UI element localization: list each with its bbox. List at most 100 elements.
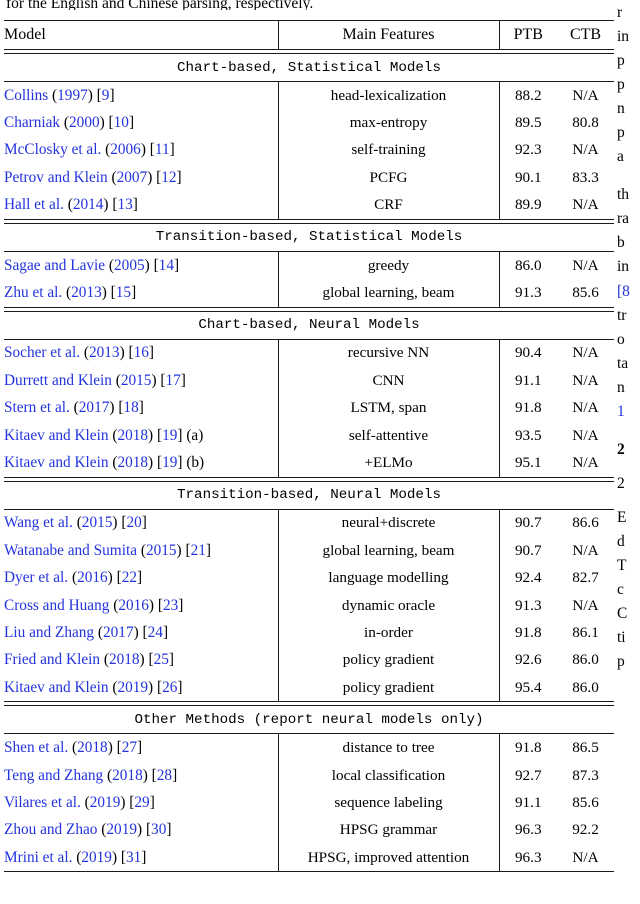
cell-model[interactable]: Mrini et al. (2019) [31] xyxy=(4,843,279,872)
citation-year[interactable]: 2019 xyxy=(106,821,137,838)
table-row[interactable]: Kitaev and Klein (2019) [26] policy gradi… xyxy=(4,674,614,702)
table-row[interactable]: Sagae and Lavie (2005) [14] greedy 86.0 N/A xyxy=(4,251,614,280)
citation-year[interactable]: 2013 xyxy=(71,284,102,301)
cell-model[interactable]: Vilares et al. (2019) [29] xyxy=(4,789,279,817)
citation-ref[interactable]: 18 xyxy=(123,399,138,416)
table-row[interactable]: Durrett and Klein (2015) [17] CNN 91.1 N/A xyxy=(4,367,614,395)
citation-year[interactable]: 2006 xyxy=(110,141,141,158)
table-row[interactable]: Shen et al. (2018) [27] distance to tree 9… xyxy=(4,734,614,762)
citation-year[interactable]: 2017 xyxy=(79,399,110,416)
cell-model[interactable]: Zhou and Zhao (2019) [30] xyxy=(4,816,279,844)
citation-author[interactable]: Durrett and Klein xyxy=(4,372,112,389)
citation-ref[interactable]: 11 xyxy=(155,141,170,158)
citation-author[interactable]: McClosky et al. xyxy=(4,141,101,158)
table-row[interactable]: Dyer et al. (2016) [22] language modellin… xyxy=(4,564,614,592)
citation-author[interactable]: Sagae and Lavie xyxy=(4,257,105,274)
cell-model[interactable]: Petrov and Klein (2007) [12] xyxy=(4,164,279,192)
citation-author[interactable]: Cross and Huang xyxy=(4,597,109,614)
citation-author[interactable]: Kitaev and Klein xyxy=(4,679,109,696)
citation-author[interactable]: Liu and Zhang xyxy=(4,624,94,641)
cell-model[interactable]: Watanabe and Sumita (2015) [21] xyxy=(4,537,279,565)
citation-year[interactable]: 2015 xyxy=(121,372,152,389)
citation-ref[interactable]: 23 xyxy=(163,597,178,614)
cell-model[interactable]: Shen et al. (2018) [27] xyxy=(4,734,279,762)
citation-year[interactable]: 2019 xyxy=(117,679,148,696)
citation-ref[interactable]: 12 xyxy=(161,169,176,186)
table-row[interactable]: Petrov and Klein (2007) [12] PCFG 90.1 83.3 xyxy=(4,164,614,192)
cell-model[interactable]: Socher et al. (2013) [16] xyxy=(4,339,279,368)
citation-ref[interactable]: 16 xyxy=(134,344,149,361)
cell-model[interactable]: Hall et al. (2014) [13] xyxy=(4,191,279,220)
table-row[interactable]: Teng and Zhang (2018) [28] local classifi… xyxy=(4,761,614,790)
citation-year[interactable]: 2017 xyxy=(103,624,134,641)
citation-year[interactable]: 2013 xyxy=(89,344,120,361)
citation-year[interactable]: 2007 xyxy=(117,169,148,186)
citation-year[interactable]: 2015 xyxy=(82,514,113,531)
citation-ref[interactable]: 26 xyxy=(162,679,177,696)
table-row[interactable]: Watanabe and Sumita (2015) [21] global le… xyxy=(4,537,614,565)
citation-ref[interactable]: 24 xyxy=(148,624,163,641)
cell-model[interactable]: Wang et al. (2015) [20] xyxy=(4,509,279,538)
citation-year[interactable]: 2005 xyxy=(114,257,145,274)
citation-ref[interactable]: 25 xyxy=(154,651,169,668)
citation-year[interactable]: 1997 xyxy=(57,87,88,104)
citation-author[interactable]: Zhou and Zhao xyxy=(4,821,97,838)
citation-author[interactable]: Socher et al. xyxy=(4,344,80,361)
table-row[interactable]: Collins (1997) [9] head-lexicalization 88.… xyxy=(4,82,614,110)
cell-model[interactable]: Cross and Huang (2016) [23] xyxy=(4,591,279,620)
citation-author[interactable]: Watanabe and Sumita xyxy=(4,542,137,559)
citation-year[interactable]: 2016 xyxy=(77,569,108,586)
citation-author[interactable]: Hall et al. xyxy=(4,196,64,213)
cell-model[interactable]: Kitaev and Klein (2018) [19] (a) xyxy=(4,421,279,450)
table-row[interactable]: Charniak (2000) [10] max-entropy 89.5 80.8 xyxy=(4,109,614,137)
citation-year[interactable]: 2019 xyxy=(90,794,121,811)
table-row[interactable]: Kitaev and Klein (2018) [19] (b) +ELMo 95.… xyxy=(4,449,614,478)
citation-author[interactable]: Shen et al. xyxy=(4,739,68,756)
citation-year[interactable]: 2018 xyxy=(112,767,143,784)
table-row[interactable]: Socher et al. (2013) [16] recursive NN 90.… xyxy=(4,339,614,368)
citation-author[interactable]: Wang et al. xyxy=(4,514,73,531)
cell-model[interactable]: Dyer et al. (2016) [22] xyxy=(4,564,279,592)
citation-ref[interactable]: 19 xyxy=(162,427,177,444)
table-row[interactable]: Wang et al. (2015) [20] neural+discrete 90… xyxy=(4,509,614,538)
citation-author[interactable]: Fried and Klein xyxy=(4,651,100,668)
citation-year[interactable]: 2000 xyxy=(69,114,100,131)
citation-year[interactable]: 2018 xyxy=(117,427,148,444)
citation-ref[interactable]: 27 xyxy=(122,739,137,756)
citation-year[interactable]: 2018 xyxy=(109,651,140,668)
citation-author[interactable]: Vilares et al. xyxy=(4,794,81,811)
citation-ref[interactable]: 13 xyxy=(117,196,132,213)
cell-model[interactable]: Durrett and Klein (2015) [17] xyxy=(4,367,279,395)
citation-author[interactable]: Collins xyxy=(4,87,48,104)
table-row[interactable]: Cross and Huang (2016) [23] dynamic oracl… xyxy=(4,591,614,620)
citation-ref[interactable]: 29 xyxy=(134,794,149,811)
cell-model[interactable]: Stern et al. (2017) [18] xyxy=(4,394,279,422)
citation-ref[interactable]: 15 xyxy=(116,284,131,301)
cell-model[interactable]: Charniak (2000) [10] xyxy=(4,109,279,137)
citation-year[interactable]: 2018 xyxy=(77,739,108,756)
table-row[interactable]: Zhou and Zhao (2019) [30] HPSG grammar 96.… xyxy=(4,816,614,844)
table-row[interactable]: Mrini et al. (2019) [31] HPSG, improved a… xyxy=(4,843,614,872)
cell-model[interactable]: Sagae and Lavie (2005) [14] xyxy=(4,251,279,280)
citation-year[interactable]: 2014 xyxy=(73,196,104,213)
citation-ref[interactable]: 31 xyxy=(126,849,141,866)
citation-ref[interactable]: 20 xyxy=(126,514,141,531)
cell-model[interactable]: Collins (1997) [9] xyxy=(4,82,279,110)
citation-author[interactable]: Kitaev and Klein xyxy=(4,454,109,471)
citation-ref[interactable]: 19 xyxy=(162,454,177,471)
cell-model[interactable]: Kitaev and Klein (2018) [19] (b) xyxy=(4,449,279,478)
table-row[interactable]: Hall et al. (2014) [13] CRF 89.9 N/A xyxy=(4,191,614,220)
citation-ref[interactable]: 21 xyxy=(191,542,206,559)
cell-model[interactable]: McClosky et al. (2006) [11] xyxy=(4,136,279,165)
citation-ref[interactable]: 17 xyxy=(165,372,180,389)
cell-model[interactable]: Teng and Zhang (2018) [28] xyxy=(4,761,279,790)
table-row[interactable]: McClosky et al. (2006) [11] self-training… xyxy=(4,136,614,165)
cell-model[interactable]: Kitaev and Klein (2019) [26] xyxy=(4,674,279,702)
citation-ref[interactable]: 10 xyxy=(114,114,129,131)
citation-author[interactable]: Kitaev and Klein xyxy=(4,427,109,444)
citation-author[interactable]: Petrov and Klein xyxy=(4,169,108,186)
citation-author[interactable]: Teng and Zhang xyxy=(4,767,103,784)
cell-model[interactable]: Liu and Zhang (2017) [24] xyxy=(4,619,279,647)
citation-author[interactable]: Dyer et al. xyxy=(4,569,68,586)
cell-model[interactable]: Fried and Klein (2018) [25] xyxy=(4,646,279,675)
